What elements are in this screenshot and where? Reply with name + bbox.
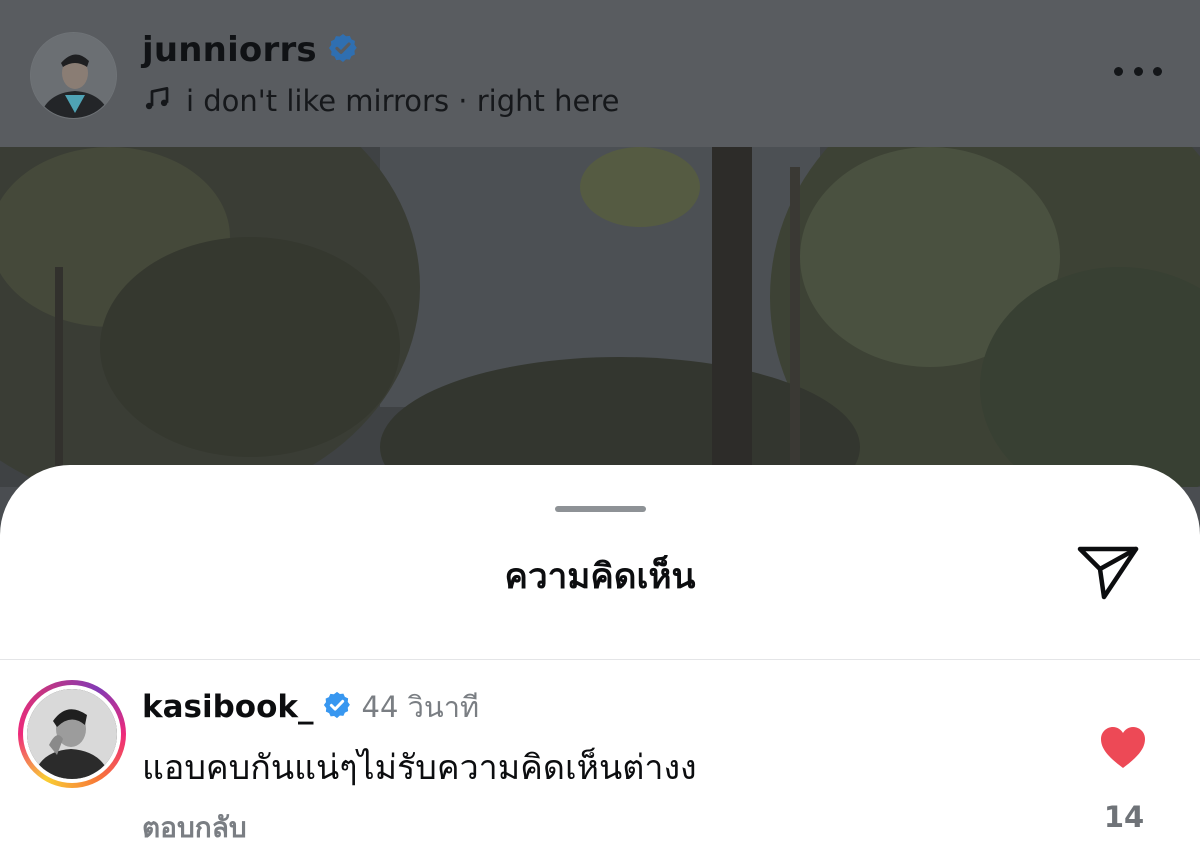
comment-timestamp: 44 วินาที: [361, 690, 480, 724]
comment-text: แอบคบกันแน่ๆไม่รับความคิดเห็นต่างง: [142, 748, 697, 788]
more-dot: [1153, 66, 1162, 76]
avatar-image: [27, 689, 117, 779]
comment-username[interactable]: kasibook_: [142, 689, 314, 725]
like-count: 14: [1103, 800, 1145, 834]
verified-badge-icon: [327, 32, 359, 68]
story-header: junniorrs i don't like mirrors · right h…: [0, 0, 1200, 147]
story-username[interactable]: junniorrs: [142, 30, 317, 70]
avatar-image: [31, 33, 116, 118]
story-author-avatar[interactable]: [30, 32, 117, 119]
heart-icon[interactable]: [1099, 726, 1147, 770]
comments-sheet: ความคิดเห็น kasibook_ 44 วินาที แอบคบกัน…: [0, 465, 1200, 867]
sheet-title: ความคิดเห็น: [504, 557, 696, 597]
more-dot: [1133, 66, 1143, 76]
reply-button[interactable]: ตอบกลับ: [142, 806, 247, 850]
story-photo: [0, 147, 1200, 487]
music-note-icon: [142, 84, 172, 118]
sheet-drag-handle[interactable]: [555, 506, 646, 512]
verified-badge-icon: [322, 690, 352, 724]
more-options-icon[interactable]: [1114, 58, 1162, 84]
share-send-icon[interactable]: [1076, 543, 1140, 601]
more-dot: [1114, 66, 1123, 76]
story-music-label[interactable]: i don't like mirrors · right here: [186, 84, 619, 118]
comment-item: kasibook_ 44 วินาที แอบคบกันแน่ๆไม่รับคว…: [0, 660, 1200, 867]
commenter-avatar[interactable]: [18, 680, 126, 788]
